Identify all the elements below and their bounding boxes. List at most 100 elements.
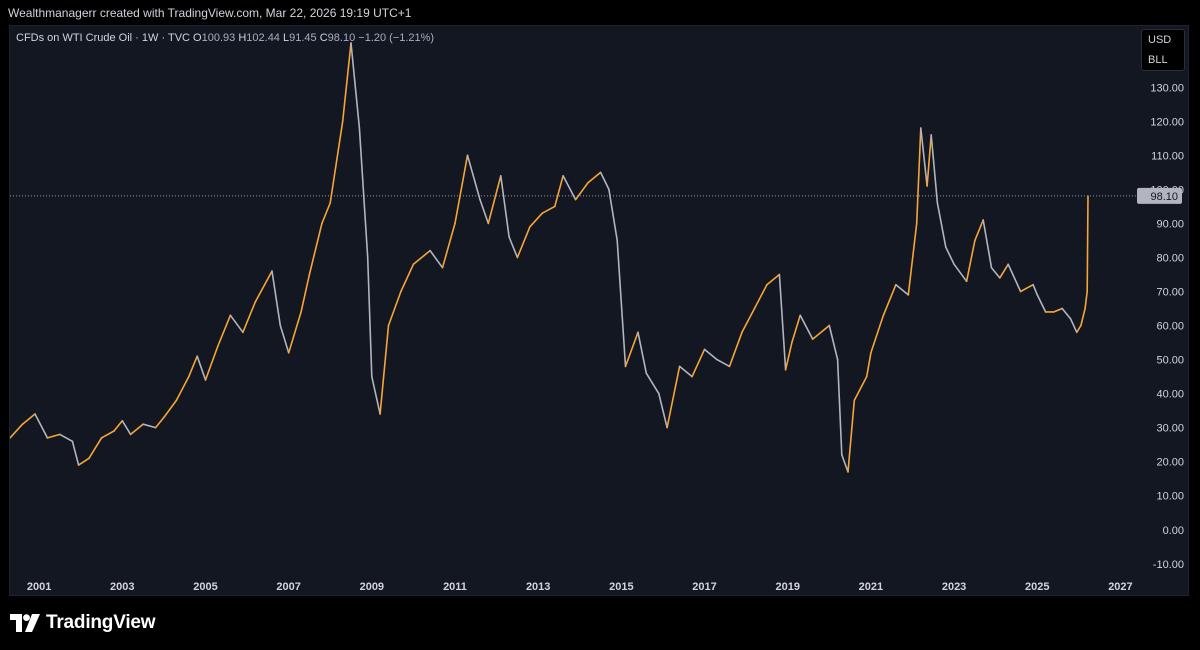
currency-label: USD <box>1148 34 1172 46</box>
symbol-title: CFDs on WTI Crude Oil · 1W · TVC <box>16 32 190 44</box>
y-tick-label: 10.00 <box>1156 491 1184 503</box>
price-segment <box>516 226 531 259</box>
price-segment <box>791 314 802 344</box>
price-segment <box>930 134 939 204</box>
price-segment <box>982 219 993 269</box>
y-tick-label: 40.00 <box>1156 389 1184 401</box>
close-label: C <box>319 32 328 44</box>
price-segment <box>196 355 207 381</box>
price-segment <box>1019 283 1034 293</box>
y-tick-label: 80.00 <box>1156 252 1184 264</box>
price-segment <box>657 392 668 429</box>
price-segment <box>974 219 985 242</box>
price-segment <box>529 212 544 228</box>
price-segment <box>574 181 589 201</box>
x-tick-label: 2005 <box>193 581 217 593</box>
x-tick-label: 2007 <box>276 581 300 593</box>
price-segment <box>100 430 115 439</box>
price-segment <box>350 42 361 129</box>
price-segment <box>1086 195 1089 293</box>
price-segment <box>163 399 178 419</box>
price-segment <box>308 222 323 276</box>
currency-unit-box[interactable]: USD BLL <box>1141 29 1185 71</box>
price-segment <box>624 331 639 368</box>
price-segment <box>778 273 787 371</box>
y-axis: -10.00 0.00 10.00 20.00 30.00 40.00 50.00 60.00… <box>1150 48 1184 571</box>
price-segment <box>46 433 61 439</box>
price-segment <box>919 127 928 187</box>
price-segment <box>271 270 282 327</box>
price-segment <box>1061 307 1072 320</box>
price-segment <box>541 205 556 214</box>
price-segment <box>728 331 743 368</box>
price-segment <box>882 283 897 317</box>
last-price-label-group: 98.10 <box>1137 187 1182 204</box>
price-segment <box>562 175 577 201</box>
x-tick-label: 2019 <box>775 581 799 593</box>
y-tick-label: 0.00 <box>1163 525 1184 537</box>
price-segment <box>412 249 431 266</box>
price-segment <box>865 351 872 378</box>
price-segment <box>637 331 648 375</box>
price-segment <box>121 419 132 436</box>
price-segment <box>254 270 273 303</box>
price-segment <box>387 290 402 327</box>
unit-label: BLL <box>1148 54 1168 66</box>
price-chart[interactable]: -10.00 0.00 10.00 20.00 30.00 40.00 50.00 60.00… <box>10 26 1189 596</box>
price-segment <box>703 348 718 361</box>
brand-name: TradingView <box>46 612 156 633</box>
price-segment <box>329 120 344 204</box>
price-segment <box>998 263 1010 279</box>
x-tick-label: 2021 <box>859 581 883 593</box>
price-segment <box>965 239 976 283</box>
price-segment <box>479 198 490 225</box>
price-segment <box>508 236 519 259</box>
symbol-legend: CFDs on WTI Crude Oil · 1W · TVC O100.93… <box>16 32 434 44</box>
price-segment <box>1007 263 1022 293</box>
y-tick-label: 30.00 <box>1156 423 1184 435</box>
price-segment <box>599 171 610 191</box>
price-segment <box>847 399 856 473</box>
price-segment <box>370 375 381 415</box>
price-segment <box>217 314 232 347</box>
price-segment <box>915 127 922 225</box>
price-segment <box>229 314 244 334</box>
low-value: 91.45 <box>289 32 317 44</box>
y-tick-label: 90.00 <box>1156 218 1184 230</box>
price-segment <box>113 419 124 432</box>
y-tick-label: -10.00 <box>1153 559 1184 571</box>
x-tick-label: 2013 <box>526 581 550 593</box>
y-tick-label: 120.00 <box>1150 116 1184 128</box>
price-segment <box>616 239 627 368</box>
price-segment <box>1036 294 1047 313</box>
price-segment <box>811 328 827 340</box>
price-segment <box>279 324 290 354</box>
price-segment <box>466 154 481 201</box>
price-segment <box>429 249 444 269</box>
series-group <box>10 42 1089 473</box>
price-segment <box>716 358 731 368</box>
price-segment <box>1084 290 1088 310</box>
price-segment <box>358 127 369 259</box>
price-segment <box>853 375 868 402</box>
chart-panel[interactable]: -10.00 0.00 10.00 20.00 30.00 40.00 50.00 60.00… <box>9 25 1189 596</box>
price-segment <box>379 324 390 415</box>
price-segment <box>836 358 843 456</box>
price-segment <box>321 202 332 225</box>
tradingview-brand: TradingView <box>10 612 156 634</box>
price-segment <box>366 256 373 378</box>
y-tick-label: 50.00 <box>1156 355 1184 367</box>
change-value: −1.20 (−1.21%) <box>358 32 435 44</box>
price-segment <box>34 413 49 439</box>
y-tick-label: 60.00 <box>1156 321 1184 333</box>
x-tick-label: 2015 <box>609 581 633 593</box>
price-segment <box>400 263 415 293</box>
price-segment <box>936 202 947 248</box>
price-segment <box>1080 307 1086 327</box>
y-tick-label: 110.00 <box>1151 150 1184 162</box>
x-tick-label: 2017 <box>692 581 716 593</box>
price-segment <box>953 263 968 283</box>
price-segment <box>341 42 352 123</box>
x-tick-label: 2025 <box>1025 581 1049 593</box>
price-segment <box>870 314 885 354</box>
